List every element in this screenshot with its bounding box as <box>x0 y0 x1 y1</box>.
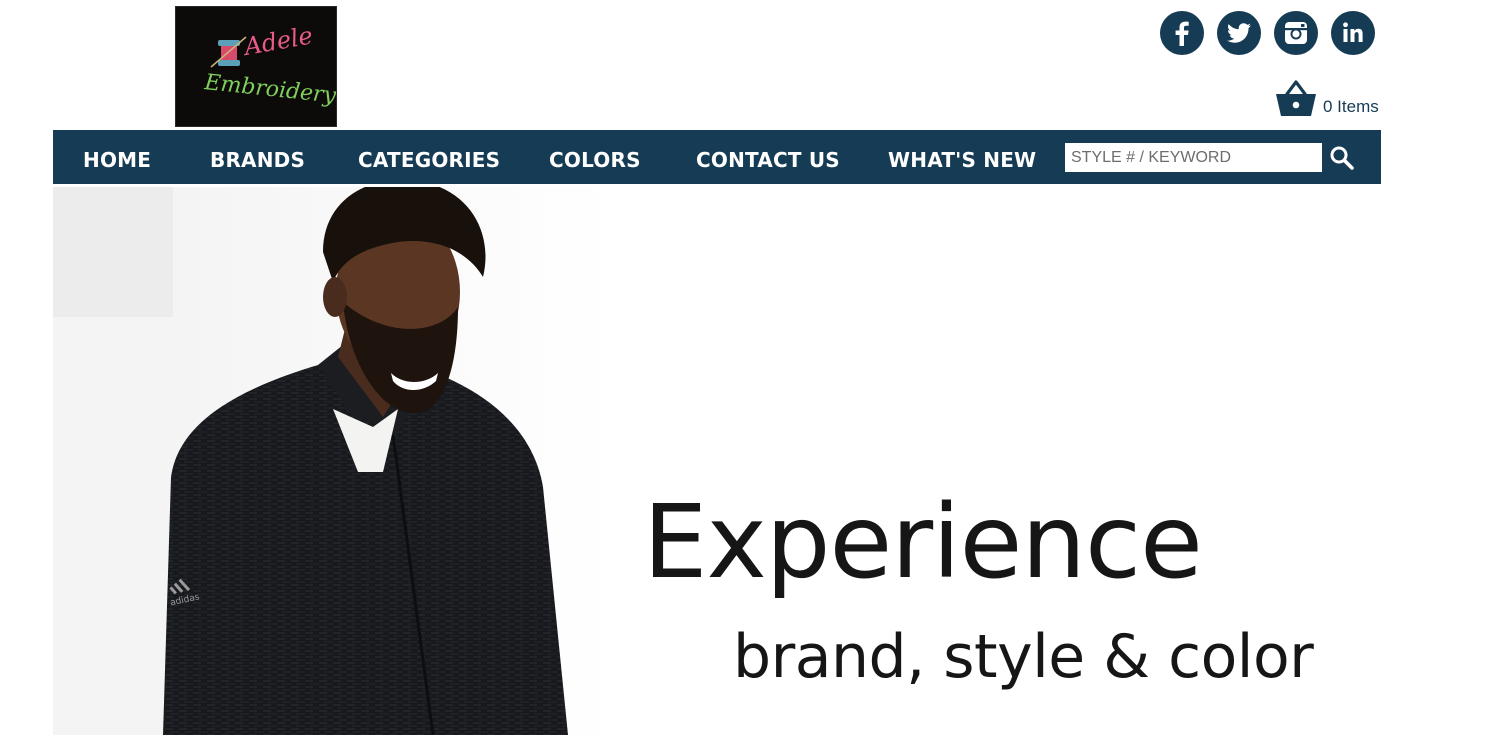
cart-link[interactable]: 0 Items <box>1275 80 1379 118</box>
instagram-link[interactable] <box>1274 11 1318 55</box>
hero-subtitle: brand, style & color <box>733 622 1314 692</box>
linkedin-link[interactable] <box>1331 11 1375 55</box>
cart-count: 0 Items <box>1323 97 1379 116</box>
nav-whats-new[interactable]: WHAT'S NEW <box>888 130 1036 184</box>
search-input[interactable] <box>1065 143 1322 172</box>
basket-icon <box>1276 80 1316 116</box>
site-logo[interactable]: Adele Embroidery <box>175 6 337 127</box>
logo-line2: Embroidery <box>202 70 336 109</box>
hero-banner[interactable]: adidas Experience brand, style & color <box>53 187 1381 735</box>
nav-categories[interactable]: CATEGORIES <box>358 130 500 184</box>
social-links <box>1160 11 1375 55</box>
nav-contact-us[interactable]: CONTACT US <box>696 130 840 184</box>
thread-spool-icon <box>210 36 247 68</box>
twitter-icon <box>1227 23 1251 43</box>
nav-colors[interactable]: COLORS <box>549 130 641 184</box>
hero-title: Experience <box>643 483 1203 602</box>
twitter-link[interactable] <box>1217 11 1261 55</box>
nav-home[interactable]: HOME <box>83 130 151 184</box>
search-button[interactable] <box>1329 145 1355 171</box>
linkedin-icon <box>1343 22 1363 42</box>
search-icon <box>1330 146 1354 170</box>
nav-brands[interactable]: BRANDS <box>210 130 305 184</box>
logo-line1: Adele <box>240 21 315 61</box>
facebook-icon <box>1175 21 1189 46</box>
facebook-link[interactable] <box>1160 11 1204 55</box>
main-navigation: HOME BRANDS CATEGORIES COLORS CONTACT US… <box>53 130 1381 184</box>
hero-model-photo: adidas <box>53 187 613 735</box>
instagram-icon <box>1285 22 1307 44</box>
